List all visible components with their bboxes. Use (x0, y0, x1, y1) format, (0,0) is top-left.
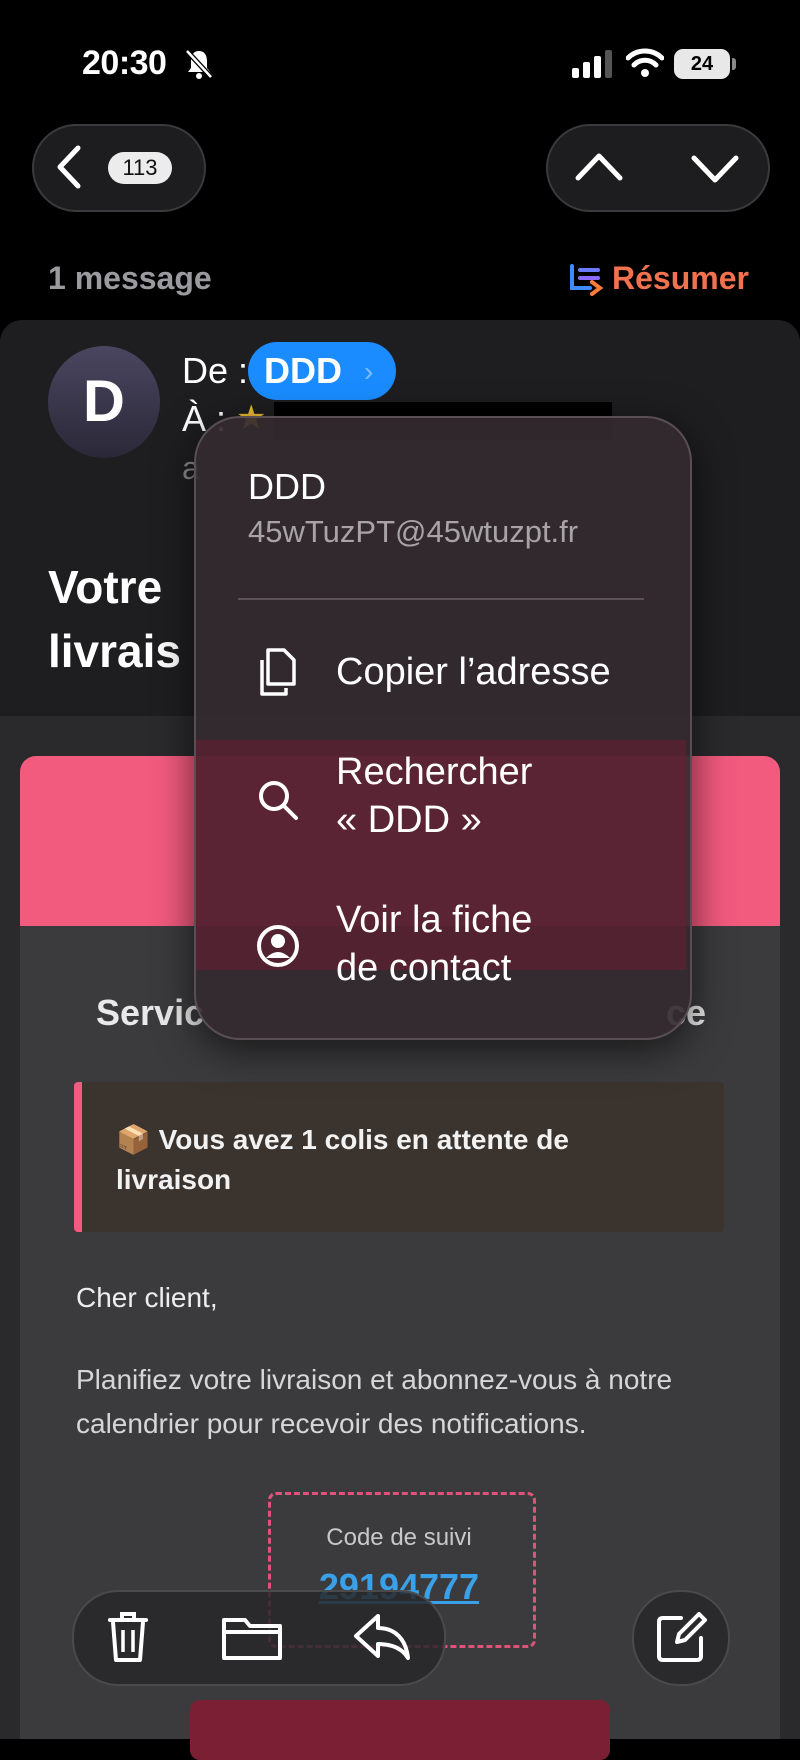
chevron-left-icon (57, 145, 81, 189)
from-label: De : (182, 350, 249, 391)
status-time: 20:30 (82, 44, 167, 82)
message-count: 1 message (48, 260, 212, 296)
menu-item-label-line1: Rechercher (336, 751, 533, 793)
avatar: D (48, 346, 160, 458)
wifi-icon (626, 48, 664, 77)
signal-icon (572, 50, 612, 78)
greeting: Cher client, (76, 1282, 218, 1313)
search-icon (259, 781, 298, 820)
toolbar (72, 1590, 446, 1686)
sender-chip[interactable]: DDD (248, 342, 396, 400)
body-paragraph: Planifiez votre livraison et abonnez-vou… (76, 1364, 673, 1439)
contact-email: 45wTuzPT@45wtuzpt.fr (248, 514, 579, 549)
battery-tip (732, 58, 736, 70)
subject-line-1: Votre (48, 561, 163, 613)
cta-button[interactable] (190, 1700, 610, 1760)
tracking-code-label: Code de suivi (326, 1524, 472, 1551)
menu-item-search[interactable]: Rechercher « DDD » (238, 748, 658, 848)
summarize-icon (570, 264, 604, 296)
menu-item-contact-card[interactable]: Voir la fiche de contact (238, 896, 658, 996)
service-title-start: Servic (96, 992, 205, 1033)
menu-item-label: Copier l’adresse (336, 651, 611, 693)
menu-item-label-line2: « DDD » (336, 799, 482, 841)
alert-text: 📦 Vous avez 1 colis en attente de livrai… (116, 1124, 569, 1195)
unread-count-badge: 113 (108, 152, 172, 184)
battery-icon: 24 (674, 49, 730, 79)
copy-icon (260, 648, 296, 696)
chevron-up-icon[interactable] (574, 148, 624, 184)
chevron-right-icon: › (364, 356, 374, 387)
summarize-label: Résumer (612, 260, 749, 296)
chevron-down-icon[interactable] (690, 152, 740, 188)
bell-slash-icon (185, 49, 213, 79)
folder-icon[interactable] (220, 1610, 284, 1666)
compose-icon (657, 1612, 707, 1662)
menu-divider (238, 598, 644, 600)
contact-icon (257, 925, 299, 967)
subject-line-2: livrais (48, 625, 181, 677)
menu-item-copy-address[interactable]: Copier l’adresse (238, 640, 658, 710)
message-nav-pill (546, 124, 770, 212)
reply-icon[interactable] (350, 1608, 412, 1664)
menu-item-label-line2: de contact (336, 947, 512, 989)
compose-button[interactable] (632, 1590, 730, 1686)
menu-item-label-line1: Voir la fiche (336, 899, 533, 941)
trash-icon[interactable] (100, 1608, 156, 1664)
contact-name: DDD (248, 466, 326, 507)
